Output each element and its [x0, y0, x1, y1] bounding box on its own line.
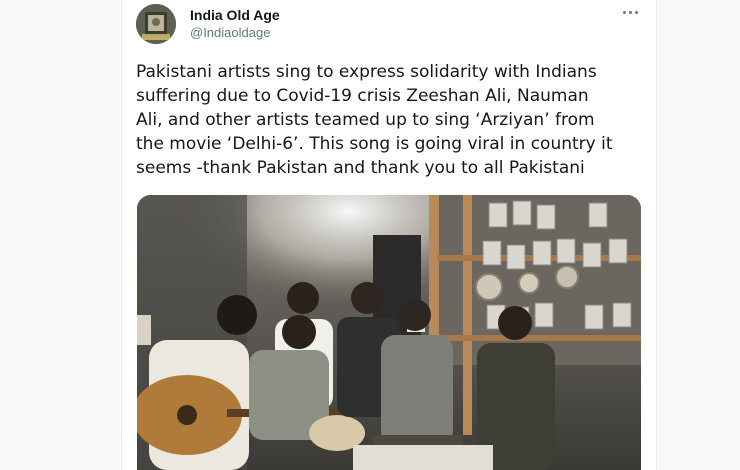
profile-avatar[interactable] — [136, 4, 176, 44]
avatar-image — [136, 4, 176, 44]
more-dot — [623, 11, 626, 14]
video-frame-image — [137, 195, 641, 470]
author-handle[interactable]: @Indiaoldage — [190, 25, 270, 40]
tweet-media-video[interactable] — [137, 195, 641, 470]
tweet-text: Pakistani artists sing to express solida… — [136, 62, 613, 178]
more-dot — [629, 11, 632, 14]
tweet-card: India Old Age @Indiaoldage Pakistani art… — [121, 0, 657, 470]
author-display-name[interactable]: India Old Age — [190, 7, 280, 23]
page: India Old Age @Indiaoldage Pakistani art… — [0, 0, 740, 470]
more-options-icon[interactable] — [620, 6, 642, 20]
more-dot — [635, 11, 638, 14]
